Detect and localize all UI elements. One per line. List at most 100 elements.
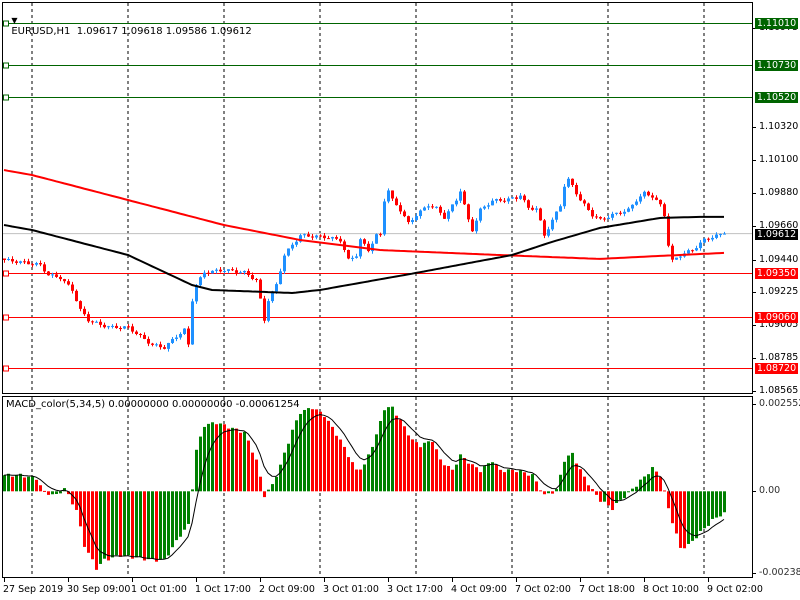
candle-body (455, 200, 458, 205)
macd-histogram-bar (691, 491, 694, 541)
candle-body (375, 234, 378, 244)
candle-body (127, 326, 130, 328)
macd-histogram-bar (123, 491, 126, 556)
macd-histogram-bar (547, 491, 550, 494)
macd-histogram-bar (351, 462, 354, 492)
candle-body (303, 234, 306, 236)
macd-histogram-bar (299, 413, 302, 492)
macd-histogram-bar (523, 472, 526, 492)
macd-histogram-bar (107, 491, 110, 561)
macd-histogram-bar (599, 491, 602, 502)
candle-body (435, 206, 438, 208)
macd-histogram-bar (339, 439, 342, 492)
macd-histogram-bar (191, 489, 194, 492)
macd-histogram-bar (375, 434, 378, 492)
candle-body (191, 301, 194, 345)
candle-body (663, 204, 666, 217)
macd-histogram-bar (595, 491, 598, 495)
macd-histogram-bar (343, 446, 346, 492)
candle-body (23, 261, 26, 263)
macd-histogram-bar (483, 466, 486, 492)
candle-body (71, 284, 74, 291)
macd-histogram-bar (683, 491, 686, 549)
macd-histogram-bar (463, 458, 466, 492)
price-tick-label: 1.09880 (759, 187, 799, 199)
macd-histogram-bar (263, 491, 266, 498)
macd-histogram-bar (479, 472, 482, 492)
macd-histogram-bar (99, 491, 102, 564)
macd-histogram-bar (687, 491, 690, 544)
macd-histogram-bar (239, 432, 242, 492)
candle-body (175, 337, 178, 339)
candle-body (87, 314, 90, 322)
candle-body (535, 208, 538, 210)
candle-body (159, 344, 162, 348)
time-tick-label: 9 Oct 02:00 (707, 584, 763, 595)
macd-histogram-bar (167, 491, 170, 556)
candle-body (527, 200, 530, 208)
candle-body (659, 199, 662, 205)
macd-histogram-bar (179, 491, 182, 537)
macd-histogram-bar (531, 474, 534, 492)
candle-body (335, 237, 338, 239)
candle-body (571, 178, 574, 185)
macd-histogram-bar (27, 476, 30, 492)
candle-body (471, 219, 474, 232)
macd-histogram-bar (395, 415, 398, 492)
level-price-tag: 1.10520 (755, 91, 798, 103)
candle-body (307, 234, 310, 237)
candle-body (91, 321, 94, 323)
candle-body (39, 263, 42, 265)
candle-body (27, 261, 30, 265)
candle-body (207, 272, 210, 274)
candle-body (475, 220, 478, 232)
candle-body (387, 190, 390, 202)
candle-body (3, 258, 6, 260)
candle-body (679, 256, 682, 258)
macd-histogram-bar (39, 485, 42, 492)
candle-body (155, 344, 158, 346)
macd-histogram-bar (267, 489, 270, 492)
time-tick-label: 4 Oct 09:00 (451, 584, 507, 595)
candle-body (635, 201, 638, 205)
time-tick-label: 8 Oct 10:00 (643, 584, 699, 595)
macd-histogram-bar (519, 470, 522, 492)
candle-body (319, 235, 322, 237)
candle-body (451, 204, 454, 212)
dropdown-triangle-icon[interactable]: ▼ (11, 16, 17, 25)
candle-body (615, 212, 618, 214)
candle-body (251, 275, 254, 280)
macd-histogram-bar (119, 491, 122, 557)
level-marker (3, 62, 9, 69)
candle-body (119, 328, 122, 330)
candle-body (463, 191, 466, 205)
candle-body (491, 200, 494, 206)
level-marker (3, 365, 9, 372)
candle-body (75, 290, 78, 302)
candle-body (647, 191, 650, 196)
level-marker (3, 94, 9, 101)
macd-histogram-bar (231, 427, 234, 492)
candle-body (139, 334, 142, 336)
time-tick-label: 3 Oct 01:00 (323, 584, 379, 595)
macd-histogram-bar (51, 491, 54, 495)
candle-body (667, 216, 670, 246)
macd-histogram-bar (55, 491, 58, 494)
macd-histogram-bar (699, 491, 702, 531)
macd-histogram-bar (131, 491, 134, 559)
candle-body (163, 347, 166, 349)
candle-body (407, 216, 410, 223)
candle-body (439, 206, 442, 213)
candle-body (411, 220, 414, 223)
level-marker (3, 314, 9, 321)
candle-body (539, 208, 542, 221)
chart-canvas[interactable] (0, 0, 800, 600)
macd-histogram-bar (91, 491, 94, 560)
candle-body (151, 343, 154, 345)
macd-histogram-bar (175, 491, 178, 541)
macd-histogram-bar (415, 442, 418, 492)
candle-body (215, 269, 218, 271)
macd-histogram-bar (115, 491, 118, 556)
macd-histogram-bar (495, 464, 498, 492)
level-marker (3, 270, 9, 277)
